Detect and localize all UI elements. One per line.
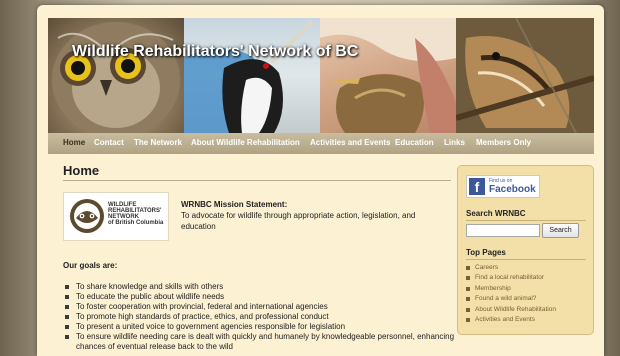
- nav-the-network[interactable]: The Network: [134, 138, 182, 147]
- facebook-label: Facebook: [489, 184, 536, 195]
- top-pages-list: Careers Find a local rehabilitator Membe…: [466, 263, 556, 325]
- mission-heading: WRNBC Mission Statement:: [181, 200, 288, 209]
- bittern-photo: [320, 18, 456, 133]
- nav-about-wildlife-rehabilitation[interactable]: About Wildlife Rehabilitation: [191, 138, 300, 147]
- search-button[interactable]: Search: [542, 223, 579, 238]
- page-title: Home: [63, 163, 100, 178]
- goals-heading: Our goals are:: [63, 261, 118, 270]
- top-page-link-found-wild-animal[interactable]: Found a wild animal?: [466, 294, 556, 304]
- top-page-link-membership[interactable]: Membership: [466, 284, 556, 294]
- logo-wordmark: WILDLIFE REHABILITATORS' NETWORK of Brit…: [108, 202, 164, 226]
- nav-members-only[interactable]: Members Only: [476, 138, 531, 147]
- bullet-icon: [466, 297, 470, 302]
- top-pages-divider: [466, 259, 586, 260]
- list-item: To present a united voice to government …: [63, 322, 457, 332]
- page-container: Wildlife Rehabilitators' Network of BC H…: [37, 5, 604, 356]
- site-title: Wildlife Rehabilitators' Network of BC: [72, 43, 359, 60]
- facebook-badge[interactable]: f Find us on Facebook: [466, 175, 540, 198]
- owl-emblem-icon: [70, 199, 104, 233]
- list-item: To foster cooperation with provincial, f…: [63, 302, 457, 312]
- search-heading: Search WRNBC: [466, 209, 526, 218]
- list-item: To promote high standards of practice, e…: [63, 312, 457, 322]
- goals-list: To share knowledge and skills with other…: [63, 282, 457, 352]
- search-divider: [466, 220, 586, 221]
- top-page-link-find-rehabilitator[interactable]: Find a local rehabilitator: [466, 273, 556, 283]
- bullet-icon: [466, 276, 470, 281]
- top-page-link-careers[interactable]: Careers: [466, 263, 556, 273]
- top-page-link-about-rehabilitation[interactable]: About Wildlife Rehabilitation: [466, 305, 556, 315]
- bullet-icon: [65, 285, 69, 289]
- wrnbc-logo: WILDLIFE REHABILITATORS' NETWORK of Brit…: [63, 192, 169, 241]
- bullet-icon: [65, 315, 69, 319]
- nav-activities-and-events[interactable]: Activities and Events: [310, 138, 390, 147]
- bullet-icon: [466, 307, 470, 312]
- facebook-icon: f: [469, 178, 485, 195]
- sidebar: f Find us on Facebook Search WRNBC Searc…: [457, 165, 594, 335]
- list-item: To ensure wildlife needing care is dealt…: [63, 332, 457, 352]
- bullet-icon: [65, 295, 69, 299]
- nav-education[interactable]: Education: [395, 138, 434, 147]
- bullet-icon: [65, 335, 69, 339]
- main-nav: Home Contact The Network About Wildlife …: [48, 133, 594, 154]
- bullet-icon: [466, 286, 470, 291]
- owl-photo: [48, 18, 184, 133]
- bullet-icon: [466, 318, 470, 323]
- bullet-icon: [466, 266, 470, 270]
- nav-contact[interactable]: Contact: [94, 138, 124, 147]
- nav-links[interactable]: Links: [444, 138, 465, 147]
- chipmunk-photo: [456, 18, 594, 133]
- header-banner: Wildlife Rehabilitators' Network of BC: [48, 18, 594, 133]
- top-pages-heading: Top Pages: [466, 248, 506, 257]
- mission-text: To advocate for wildlife through appropr…: [181, 211, 416, 231]
- title-divider: [63, 180, 451, 181]
- list-item: To educate the public about wildlife nee…: [63, 292, 457, 302]
- top-page-link-activities-events[interactable]: Activities and Events: [466, 315, 556, 325]
- loon-photo: [184, 18, 320, 133]
- search-input[interactable]: [466, 224, 540, 237]
- nav-home[interactable]: Home: [63, 138, 85, 147]
- bullet-icon: [65, 325, 69, 329]
- list-item: To share knowledge and skills with other…: [63, 282, 457, 292]
- bullet-icon: [65, 305, 69, 309]
